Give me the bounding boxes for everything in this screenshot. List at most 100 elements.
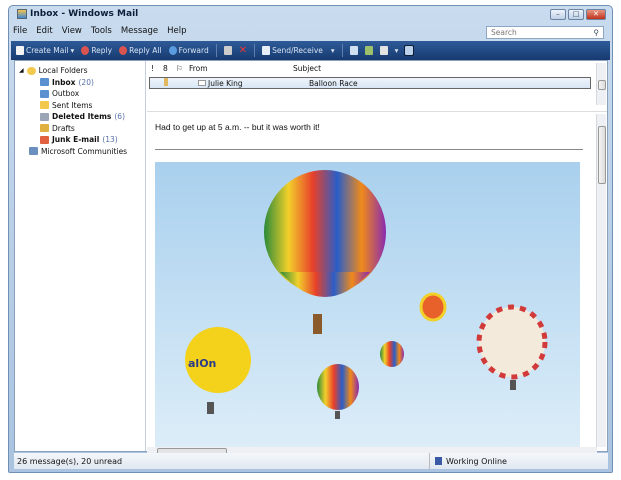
unread-count: (6) — [114, 112, 125, 122]
junk-icon — [40, 135, 49, 144]
create-mail-button[interactable]: Create Mail ▾ — [16, 46, 74, 55]
minimize-button[interactable]: – — [550, 9, 566, 20]
message-subject: Balloon Race — [309, 78, 358, 88]
reply-button[interactable]: Reply — [81, 46, 112, 55]
scrollbar-thumb[interactable] — [598, 126, 606, 184]
separator — [215, 44, 217, 57]
message-body: Had to get up at 5 a.m. -- but it was wo… — [155, 122, 320, 132]
menu-help[interactable]: Help — [167, 26, 186, 36]
menu-file[interactable]: File — [13, 26, 27, 36]
folder-icon — [26, 66, 36, 75]
svg-text:alOn: alOn — [188, 357, 216, 370]
find-icon[interactable] — [379, 46, 388, 55]
folder-label: Sent Items — [52, 100, 93, 110]
online-status: Working Online — [429, 453, 507, 469]
send-receive-label: Send/Receive — [272, 46, 323, 55]
inbox-icon — [40, 78, 49, 87]
divider — [155, 149, 583, 150]
forward-label: Forward — [178, 46, 209, 55]
network-icon — [435, 457, 442, 465]
folder-sent-items[interactable]: Sent Items — [15, 100, 145, 112]
reply-label: Reply — [91, 46, 113, 55]
folder-label: Deleted Items — [52, 112, 112, 122]
menu-message[interactable]: Message — [121, 26, 158, 36]
title-bar: Inbox - Windows Mail — [17, 9, 138, 19]
column-flag[interactable]: ⚐ — [176, 64, 189, 73]
collapse-icon[interactable]: ◢ — [19, 67, 24, 74]
windows-mail-icon — [17, 9, 27, 19]
unread-count: (13) — [102, 135, 118, 145]
folder-label: Inbox — [52, 77, 76, 87]
reply-all-icon — [119, 46, 128, 55]
folder-inbox[interactable]: Inbox (20) — [15, 77, 145, 89]
search-placeholder: Search — [491, 28, 517, 37]
trash-icon — [40, 112, 49, 121]
message-from: Julie King — [208, 78, 243, 88]
send-receive-button[interactable]: Send/Receive ▾ — [262, 46, 335, 55]
folder-label: Microsoft Communities — [41, 146, 128, 156]
balloon-photo: alOn — [155, 162, 580, 447]
chevron-down-icon[interactable]: ▾ — [71, 46, 75, 55]
folder-label: Junk E-mail — [52, 135, 100, 145]
reply-all-label: Reply All — [129, 46, 162, 55]
new-mail-icon — [16, 46, 24, 55]
folder-junk-email[interactable]: Junk E-mail (13) — [15, 134, 145, 146]
column-from[interactable]: From — [189, 64, 293, 73]
folder-deleted-items[interactable]: Deleted Items (6) — [15, 111, 145, 123]
layout-icon[interactable] — [404, 45, 415, 56]
create-mail-label: Create Mail — [26, 46, 69, 55]
chevron-down-icon[interactable]: ▾ — [331, 46, 335, 55]
forward-button[interactable]: Forward — [168, 46, 209, 55]
toolbar: Create Mail ▾ Reply Reply All Forward ✕ S… — [11, 41, 610, 60]
separator — [254, 44, 256, 57]
close-button[interactable]: ✕ — [586, 9, 606, 20]
window: Inbox - Windows Mail – □ ✕ File Edit Vie… — [8, 5, 613, 473]
folder-label: Local Folders — [38, 66, 88, 76]
maximize-button[interactable]: □ — [568, 9, 584, 20]
outbox-icon — [40, 89, 49, 98]
menu-edit[interactable]: Edit — [36, 26, 52, 36]
folder-pane: ◢ Local Folders Inbox (20) Outbox Sent Ite… — [15, 61, 146, 451]
preview-scrollbar[interactable] — [596, 114, 606, 447]
envelope-icon — [168, 79, 206, 88]
search-icon[interactable]: ⚲ — [594, 28, 600, 37]
folder-local-folders[interactable]: ◢ Local Folders — [15, 65, 145, 77]
column-importance[interactable]: ! — [151, 64, 163, 73]
search-input[interactable]: Search ⚲ — [486, 26, 604, 39]
menu-tools[interactable]: Tools — [91, 26, 112, 36]
forward-icon — [168, 46, 177, 55]
unread-count: (20) — [78, 77, 94, 87]
chevron-down-icon[interactable]: ▾ — [395, 46, 399, 55]
folder-label: Outbox — [52, 89, 80, 99]
attachment-icon — [150, 78, 168, 88]
folder-label: Drafts — [52, 123, 75, 133]
message-row[interactable]: Julie King Balloon Race — [149, 77, 591, 89]
column-subject[interactable]: Subject — [293, 64, 321, 73]
calendar-icon[interactable] — [364, 46, 373, 55]
folder-outbox[interactable]: Outbox — [15, 88, 145, 100]
menu-view[interactable]: View — [62, 26, 82, 36]
status-bar: 26 message(s), 20 unread Working Online — [14, 453, 608, 469]
online-label: Working Online — [446, 456, 507, 466]
communities-icon — [29, 147, 38, 156]
drafts-icon — [40, 124, 49, 133]
message-list: ! 8 ⚐ From Subject Julie King Balloon Ra… — [147, 61, 607, 107]
message-count: 26 message(s), 20 unread — [17, 456, 123, 466]
folder-microsoft-communities[interactable]: Microsoft Communities — [15, 146, 145, 158]
column-attachment[interactable]: 8 — [163, 64, 176, 73]
print-icon[interactable] — [223, 46, 232, 55]
list-scrollbar[interactable] — [596, 63, 606, 105]
delete-icon[interactable]: ✕ — [239, 45, 247, 56]
send-receive-icon — [262, 46, 271, 55]
menu-bar: File Edit View Tools Message Help — [13, 26, 186, 36]
column-headers: ! 8 ⚐ From Subject — [147, 61, 607, 75]
preview-pane: Had to get up at 5 a.m. -- but it was wo… — [147, 111, 607, 457]
separator — [341, 44, 343, 57]
contacts-icon[interactable] — [349, 46, 358, 55]
folder-drafts[interactable]: Drafts — [15, 123, 145, 135]
window-title: Inbox - Windows Mail — [30, 9, 139, 19]
scrollbar-thumb[interactable] — [598, 80, 606, 90]
reply-icon — [81, 46, 90, 55]
reply-all-button[interactable]: Reply All — [119, 46, 162, 55]
sent-items-icon — [40, 101, 49, 110]
